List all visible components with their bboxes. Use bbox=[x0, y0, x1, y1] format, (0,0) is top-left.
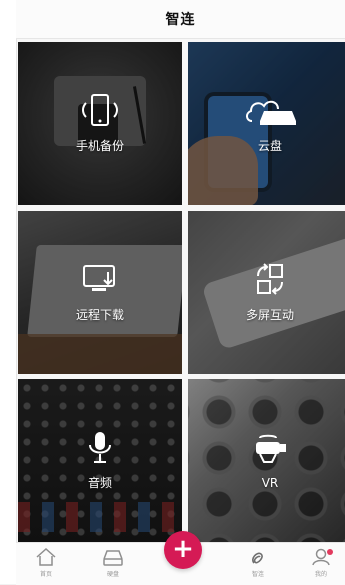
nav-item-mine[interactable]: 我的 bbox=[299, 547, 343, 585]
nav-label: 硬盘 bbox=[106, 571, 119, 578]
hard-drive-icon bbox=[103, 550, 123, 566]
feature-grid: 手机备份 云盘 远程下载 多屏互动 音频 VR bbox=[18, 42, 345, 542]
notification-dot bbox=[327, 549, 333, 555]
tile-vr[interactable]: VR bbox=[188, 379, 345, 542]
tile-cloud-disk[interactable]: 云盘 bbox=[188, 42, 345, 205]
cloud-disk-icon bbox=[246, 100, 296, 125]
tile-label: 多屏互动 bbox=[245, 308, 294, 322]
nav-label: 智连 bbox=[251, 571, 264, 578]
tile-remote-download[interactable]: 远程下载 bbox=[18, 211, 182, 374]
top-bar: 智连 bbox=[16, 0, 345, 39]
nav-item-home[interactable]: 首页 bbox=[24, 547, 68, 585]
plus-icon: + bbox=[172, 534, 194, 564]
tile-multi-screen[interactable]: 多屏互动 bbox=[188, 211, 345, 374]
phone-backup-icon bbox=[82, 94, 118, 126]
app-screen: 智连 手机备份 云盘 远程下载 多屏互动 音频 VR 首页 硬盘 + 智连 我的 bbox=[0, 0, 345, 585]
left-edge bbox=[0, 0, 17, 584]
tile-label: 云盘 bbox=[257, 139, 282, 153]
tile-audio[interactable]: 音频 bbox=[18, 379, 182, 542]
add-button[interactable]: + bbox=[164, 531, 202, 569]
nav-item-hard-drive[interactable]: 硬盘 bbox=[91, 547, 135, 585]
microphone-icon bbox=[89, 432, 111, 463]
tile-label: 音频 bbox=[87, 476, 112, 490]
tile-label: 手机备份 bbox=[75, 139, 124, 153]
tile-label: 远程下载 bbox=[75, 308, 124, 322]
bottom-navigation: 首页 硬盘 + 智连 我的 bbox=[16, 531, 345, 585]
page-title: 智连 bbox=[165, 12, 196, 28]
nav-item-smart-link[interactable]: 智连 bbox=[236, 547, 280, 585]
home-icon bbox=[36, 547, 56, 566]
vr-headset-icon bbox=[256, 434, 286, 463]
multi-screen-icon bbox=[257, 263, 283, 295]
link-icon bbox=[252, 552, 263, 564]
tile-phone-backup[interactable]: 手机备份 bbox=[18, 42, 182, 205]
nav-label: 首页 bbox=[39, 571, 52, 578]
remote-download-icon bbox=[83, 265, 115, 291]
tile-label: VR bbox=[261, 475, 279, 490]
nav-label: 我的 bbox=[314, 571, 327, 578]
